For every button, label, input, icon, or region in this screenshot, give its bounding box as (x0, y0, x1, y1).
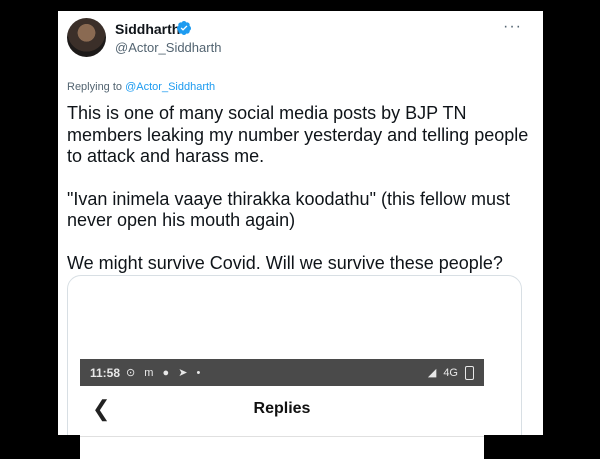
phone-status-bar: 11:58 ⊙ m ● ➤ • ◢ 4G (80, 359, 484, 386)
tweet-paragraph: This is one of many social media posts b… (67, 103, 529, 166)
replying-mention-link[interactable]: @Actor_Siddharth (125, 81, 215, 93)
network-label: 4G (443, 366, 458, 379)
tweet-text: This is one of many social media posts b… (67, 103, 537, 274)
author-handle[interactable]: @Actor_Siddharth (115, 40, 221, 55)
signal-icon: ◢ (427, 367, 437, 379)
status-time: 11:58 (90, 365, 121, 380)
replying-to: Replying to @Actor_Siddharth (67, 81, 215, 93)
tweet-paragraph: We might survive Covid. Will we survive … (67, 252, 503, 273)
notification-icons: ⊙ m ● ➤ • (126, 367, 204, 379)
verified-badge-icon (176, 21, 191, 35)
embedded-screenshot: 11:58 ⊙ m ● ➤ • ◢ 4G ❮ Replies (80, 359, 484, 459)
screen-title: Replies (253, 400, 311, 417)
author-name[interactable]: Siddharth (115, 21, 180, 37)
battery-icon (465, 365, 474, 380)
avatar[interactable] (67, 18, 106, 57)
tweet-paragraph: "Ivan inimela vaaye thirakka koodathu" (… (67, 188, 510, 231)
replying-label: Replying to (67, 81, 123, 93)
replies-header: ❮ Replies (80, 386, 484, 437)
more-icon[interactable]: ··· (503, 18, 522, 36)
